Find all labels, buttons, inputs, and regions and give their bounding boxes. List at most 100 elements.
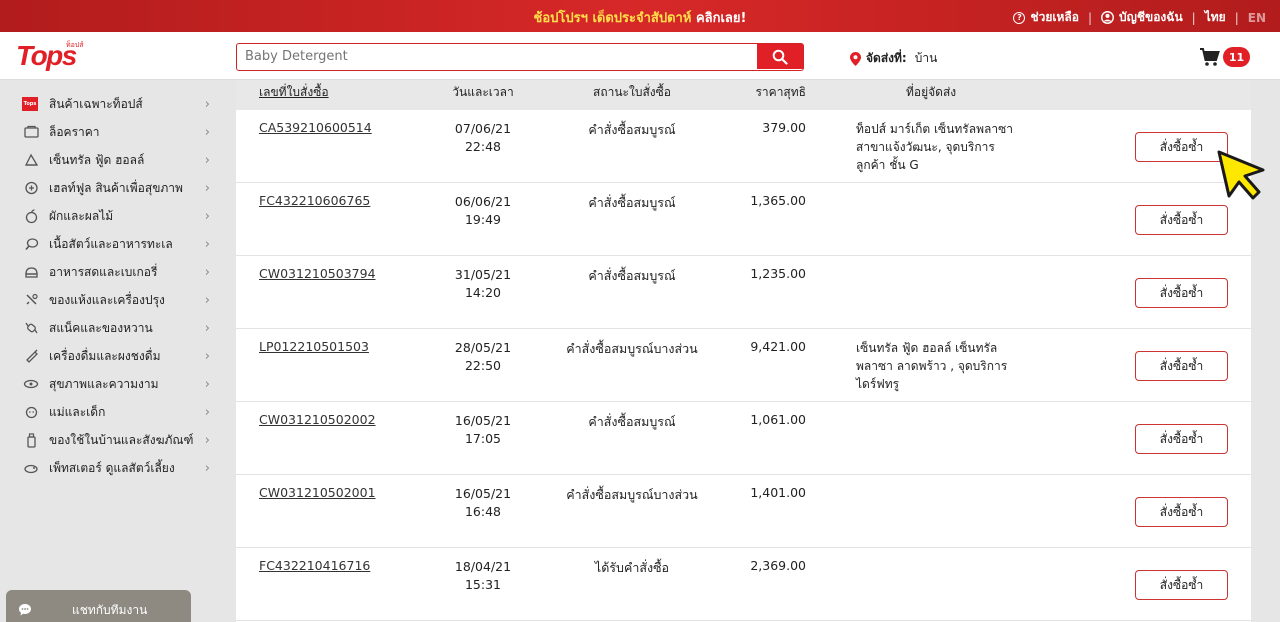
sidebar-item-meat-seafood[interactable]: เนื้อสัตว์และอาหารทะเล › bbox=[22, 233, 210, 255]
sidebar-item-tops-exclusive[interactable]: Tops สินค้าเฉพาะท็อปส์ › bbox=[22, 93, 210, 115]
order-time: 22:50 bbox=[464, 358, 502, 373]
order-time: 16:48 bbox=[464, 504, 502, 519]
table-row: FC432210416716 18/04/21 15:31 ได้รับคำสั่… bbox=[236, 548, 1251, 621]
order-status: คำสั่งซื้อสมบูรณ์ bbox=[588, 122, 676, 137]
account-label: บัญชีของฉัน bbox=[1119, 10, 1183, 24]
sidebar-item-label: เนื้อสัตว์และอาหารทะเล bbox=[49, 236, 173, 251]
reorder-button[interactable]: สั่งซื้อซ้ำ bbox=[1135, 424, 1228, 454]
lang-th[interactable]: ไทย bbox=[1205, 8, 1226, 27]
chevron-right-icon: › bbox=[204, 404, 210, 420]
order-datetime: 07/06/21 22:48 bbox=[433, 120, 533, 156]
cart-button[interactable]: 11 bbox=[1199, 46, 1251, 68]
health-icon bbox=[22, 180, 40, 196]
sidebar-item-snacks-sweets[interactable]: สแน็คและของหวาน › bbox=[22, 317, 210, 339]
chevron-right-icon: › bbox=[204, 180, 210, 196]
order-datetime: 06/06/21 19:49 bbox=[433, 193, 533, 229]
table-row: CW031210503794 31/05/21 14:20 คำสั่งซื้อส… bbox=[236, 256, 1251, 329]
order-history-panel: เลขที่ใบสั่งซื้อ วันและเวลา สถานะใบสั่งซ… bbox=[236, 80, 1251, 622]
divider: | bbox=[1234, 10, 1239, 25]
table-row: FC432210606765 06/06/21 19:49 คำสั่งซื้อส… bbox=[236, 183, 1251, 256]
order-number-link[interactable]: CW031210503794 bbox=[259, 266, 376, 281]
delivery-label: จัดส่งที่: bbox=[866, 51, 907, 65]
order-total: 1,235.00 bbox=[750, 266, 806, 281]
tops-logo-icon: Tops bbox=[22, 97, 38, 111]
table-header: เลขที่ใบสั่งซื้อ วันและเวลา สถานะใบสั่งซ… bbox=[236, 80, 1251, 110]
chevron-right-icon: › bbox=[204, 208, 210, 224]
sidebar-item-fresh-bakery[interactable]: อาหารสดและเบเกอรี่ › bbox=[22, 261, 210, 283]
food-hall-icon bbox=[22, 152, 40, 168]
meat-icon bbox=[22, 236, 40, 252]
order-number-link[interactable]: FC432210606765 bbox=[259, 193, 370, 208]
promo-link[interactable]: คลิกเลย! bbox=[696, 11, 747, 26]
sidebar-item-label: ของแห้งและเครื่องปรุง bbox=[49, 292, 165, 307]
sidebar-item-price-lock[interactable]: ล็อคราคา › bbox=[22, 121, 210, 143]
order-time: 15:31 bbox=[464, 577, 502, 592]
address-line: สาขาแจ้งวัฒนะ, จุดบริการ bbox=[856, 140, 995, 154]
order-status: คำสั่งซื้อสมบูรณ์บางส่วน bbox=[566, 487, 698, 502]
drink-icon bbox=[22, 348, 40, 364]
order-total: 1,401.00 bbox=[750, 485, 806, 500]
order-number-link[interactable]: CW031210502001 bbox=[259, 485, 376, 500]
chevron-right-icon: › bbox=[204, 152, 210, 168]
order-time: 14:20 bbox=[464, 285, 502, 300]
pet-icon bbox=[22, 460, 40, 476]
order-date: 16/05/21 bbox=[454, 413, 512, 428]
reorder-button[interactable]: สั่งซื้อซ้ำ bbox=[1135, 570, 1228, 600]
sidebar-item-pet-care[interactable]: เพ็ทสเตอร์ ดูแลสัตว์เลี้ยง › bbox=[22, 457, 210, 479]
order-time: 19:49 bbox=[464, 212, 502, 227]
chevron-right-icon: › bbox=[204, 96, 210, 112]
sidebar-item-food-hall[interactable]: เซ็นทรัล ฟู้ด ฮอลล์ › bbox=[22, 149, 210, 171]
search-button[interactable] bbox=[757, 44, 803, 69]
reorder-button[interactable]: สั่งซื้อซ้ำ bbox=[1135, 497, 1228, 527]
account-link[interactable]: บัญชีของฉัน bbox=[1101, 8, 1183, 27]
reorder-button[interactable]: สั่งซื้อซ้ำ bbox=[1135, 278, 1228, 308]
order-time: 17:05 bbox=[464, 431, 502, 446]
order-date: 07/06/21 bbox=[454, 121, 512, 136]
chevron-right-icon: › bbox=[204, 460, 210, 476]
search-input[interactable] bbox=[237, 44, 757, 69]
sidebar-item-label: ล็อคราคา bbox=[49, 124, 100, 139]
divider: | bbox=[1087, 10, 1093, 25]
chevron-right-icon: › bbox=[204, 432, 210, 448]
order-datetime: 31/05/21 14:20 bbox=[433, 266, 533, 302]
lang-en[interactable]: EN bbox=[1248, 11, 1266, 25]
order-number-link[interactable]: CA539210600514 bbox=[259, 120, 372, 135]
header-datetime: วันและเวลา bbox=[452, 85, 514, 99]
delivery-selector[interactable]: จัดส่งที่: บ้าน bbox=[850, 49, 937, 68]
order-status: ได้รับคำสั่งซื้อ bbox=[594, 560, 670, 575]
chevron-right-icon: › bbox=[204, 264, 210, 280]
order-number-link[interactable]: LP012210501503 bbox=[259, 339, 369, 354]
delivery-address: เซ็นทรัล ฟู้ด ฮอลล์ เซ็นทรัล พลาซา ลาดพร้… bbox=[856, 339, 1036, 393]
chat-with-staff-button[interactable]: แชทกับทีมงาน bbox=[6, 590, 191, 622]
sidebar-item-health-beauty[interactable]: สุขภาพและความงาม › bbox=[22, 373, 210, 395]
chevron-right-icon: › bbox=[204, 124, 210, 140]
search-box bbox=[236, 43, 804, 71]
sidebar-item-dry-goods[interactable]: ของแห้งและเครื่องปรุง › bbox=[22, 289, 210, 311]
header-order-number[interactable]: เลขที่ใบสั่งซื้อ bbox=[259, 83, 329, 102]
order-number-link[interactable]: CW031210502002 bbox=[259, 412, 376, 427]
chevron-right-icon: › bbox=[204, 236, 210, 252]
sidebar-item-household[interactable]: ของใช้ในบ้านและสังฆภัณฑ์ › bbox=[22, 429, 210, 451]
address-line: ไดร์ฟทรู bbox=[856, 377, 900, 391]
bakery-icon bbox=[22, 264, 40, 280]
order-datetime: 18/04/21 15:31 bbox=[433, 558, 533, 594]
help-label: ช่วยเหลือ bbox=[1030, 10, 1079, 24]
user-icon bbox=[1101, 11, 1114, 24]
reorder-button[interactable]: สั่งซื้อซ้ำ bbox=[1135, 351, 1228, 381]
order-total: 9,421.00 bbox=[750, 339, 806, 354]
address-line: พลาซา ลาดพร้าว , จุดบริการ bbox=[856, 359, 1008, 373]
tops-logo[interactable]: ท็อปส์ Tops bbox=[16, 40, 86, 72]
sidebar-item-healthful[interactable]: เฮลท์ฟูล สินค้าเพื่อสุขภาพ › bbox=[22, 177, 210, 199]
sidebar-item-beverages[interactable]: เครื่องดื่มและผงชงดื่ม › bbox=[22, 345, 210, 367]
chevron-right-icon: › bbox=[204, 320, 210, 336]
beauty-icon bbox=[22, 376, 40, 392]
help-link[interactable]: ? ช่วยเหลือ bbox=[1013, 8, 1079, 27]
delivery-address: ท็อปส์ มาร์เก็ต เซ็นทรัลพลาซา สาขาแจ้งวัฒ… bbox=[856, 120, 1036, 174]
sidebar-item-mother-baby[interactable]: แม่และเด็ก › bbox=[22, 401, 210, 423]
sidebar-item-fruits-vegetables[interactable]: ผักและผลไม้ › bbox=[22, 205, 210, 227]
reorder-button[interactable]: สั่งซื้อซ้ำ bbox=[1135, 205, 1228, 235]
candy-icon bbox=[22, 320, 40, 336]
order-number-link[interactable]: FC432210416716 bbox=[259, 558, 370, 573]
pointer-arrow-icon bbox=[1217, 150, 1265, 200]
baby-icon bbox=[22, 404, 40, 420]
